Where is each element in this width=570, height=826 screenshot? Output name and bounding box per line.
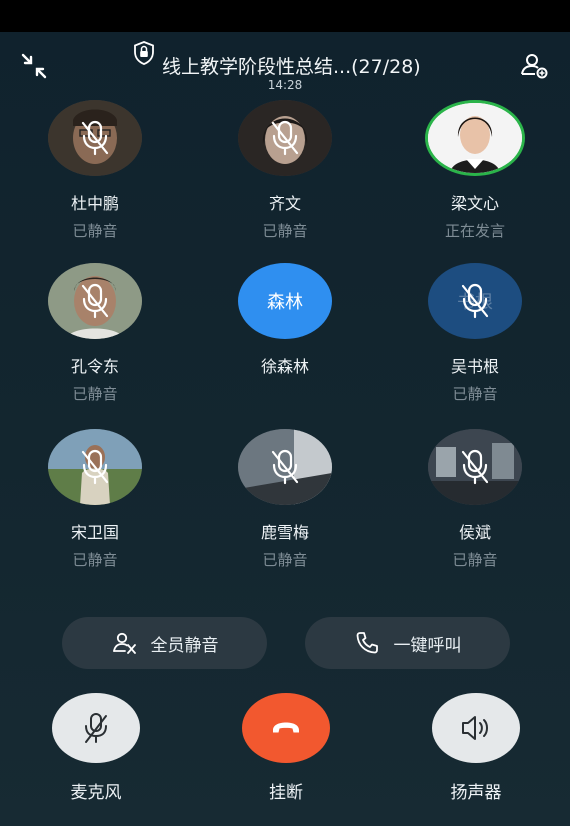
avatar <box>48 429 142 505</box>
lock-shield-icon <box>134 41 154 65</box>
avatar-initials: 书根 <box>428 263 522 339</box>
participant-tile[interactable]: 书根 吴书根 已静音 <box>380 263 570 403</box>
avatar <box>428 429 522 505</box>
avatar-initials: 森林 <box>238 263 332 339</box>
microphone-label: 麦克风 <box>70 783 122 803</box>
avatar-photo <box>428 103 522 173</box>
participant-status: 已静音 <box>262 551 308 569</box>
mute-all-button[interactable]: 全员静音 <box>62 617 267 669</box>
participant-status: 已静音 <box>452 551 498 569</box>
microphone-toggle-button[interactable] <box>52 693 140 763</box>
participant-status: 已静音 <box>262 222 308 240</box>
participant-tile[interactable]: 梁文心 正在发言 <box>380 100 570 240</box>
call-duration: 14:28 <box>267 78 303 92</box>
participant-status: 正在发言 <box>444 222 505 240</box>
participant-name: 鹿雪梅 <box>260 523 309 542</box>
participant-tile[interactable]: 森林 徐森林 <box>190 263 380 403</box>
microphone-muted-icon <box>461 449 489 485</box>
meeting-title: 线上教学阶段性总结...(27/28) <box>162 56 421 78</box>
hangup-phone-icon <box>273 722 299 733</box>
microphone-muted-icon <box>81 283 109 319</box>
hangup-button[interactable] <box>242 693 330 763</box>
participant-status: 已静音 <box>72 551 118 569</box>
microphone-muted-icon <box>81 120 109 156</box>
participant-tile[interactable]: 侯斌 已静音 <box>380 429 570 569</box>
participant-status: 已静音 <box>72 222 118 240</box>
participant-tile[interactable]: 孔令东 已静音 <box>0 263 190 403</box>
participant-tile[interactable]: 杜中鹏 已静音 <box>0 100 190 240</box>
avatar <box>238 429 332 505</box>
participant-name: 徐森林 <box>260 357 309 376</box>
avatar-initials-text: 森林 <box>267 292 303 313</box>
participant-name: 杜中鹏 <box>70 194 119 213</box>
call-all-button[interactable]: 一键呼叫 <box>305 617 510 669</box>
microphone-muted-icon <box>461 283 489 319</box>
call-all-label: 一键呼叫 <box>393 635 462 656</box>
participant-name: 孔令东 <box>70 357 119 376</box>
avatar <box>238 100 332 176</box>
mute-all-label: 全员静音 <box>150 635 219 656</box>
participant-status <box>190 383 380 403</box>
microphone-muted-icon <box>271 449 299 485</box>
microphone-muted-icon <box>271 120 299 156</box>
participant-status: 已静音 <box>452 385 498 403</box>
participant-status: 已静音 <box>72 385 118 403</box>
participant-tile[interactable]: 齐文 已静音 <box>190 100 380 240</box>
participant-name: 宋卫国 <box>70 523 119 542</box>
phone-icon <box>356 632 378 654</box>
system-status-bar <box>0 0 570 32</box>
participant-name: 侯斌 <box>458 523 491 542</box>
avatar-speaking <box>425 100 525 176</box>
speaker-icon <box>462 716 488 740</box>
call-header: 线上教学阶段性总结...(27/28) 14:28 <box>0 32 570 94</box>
microphone-muted-icon <box>81 449 109 485</box>
speaker-toggle-button[interactable] <box>432 693 520 763</box>
participant-name: 吴书根 <box>450 357 499 376</box>
mute-all-icon <box>112 632 136 654</box>
participant-name: 梁文心 <box>450 194 499 213</box>
microphone-off-icon <box>85 713 107 743</box>
add-participant-icon[interactable] <box>518 50 550 82</box>
participant-name: 齐文 <box>268 194 301 213</box>
avatar <box>48 263 142 339</box>
participant-tile[interactable]: 鹿雪梅 已静音 <box>190 429 380 569</box>
participant-tile[interactable]: 宋卫国 已静音 <box>0 429 190 569</box>
avatar <box>48 100 142 176</box>
speaker-label: 扬声器 <box>450 783 502 803</box>
hangup-label: 挂断 <box>269 783 303 803</box>
